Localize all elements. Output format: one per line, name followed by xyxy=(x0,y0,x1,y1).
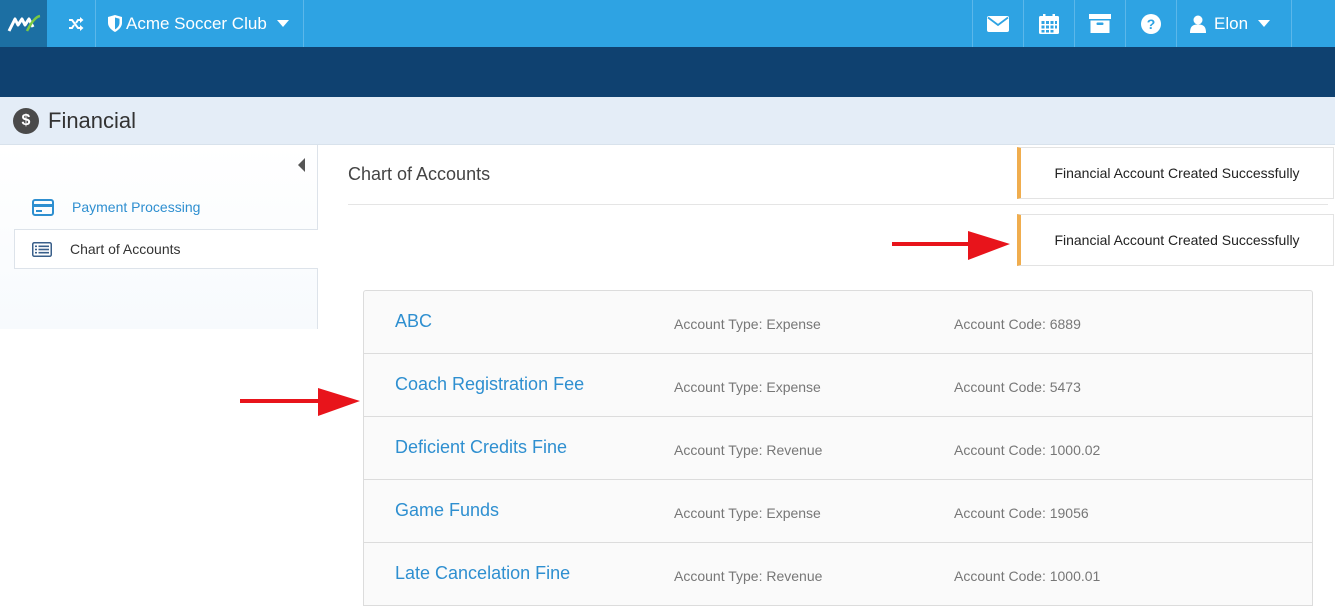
archive-button[interactable] xyxy=(1075,0,1125,47)
calendar-button[interactable] xyxy=(1024,0,1074,47)
club-name: Acme Soccer Club xyxy=(126,13,267,33)
account-row: ABC Account Type: Expense Account Code: … xyxy=(364,291,1312,354)
sidebar-item-payment-processing[interactable]: Payment Processing xyxy=(14,187,318,227)
club-selector[interactable]: Acme Soccer Club xyxy=(108,0,293,47)
success-notification[interactable]: Financial Account Created Successfully xyxy=(1017,214,1334,266)
shuffle-icon xyxy=(69,16,84,31)
nav-divider xyxy=(1176,0,1177,47)
envelope-icon xyxy=(987,15,1009,32)
chevron-down-icon xyxy=(1258,20,1271,27)
page-title: Financial xyxy=(48,107,137,133)
svg-text:?: ? xyxy=(1147,16,1156,32)
app-logo-icon xyxy=(7,14,40,32)
annotation-arrow-icon xyxy=(892,231,1010,260)
top-navigation-bar: Acme Soccer Club ? Elon xyxy=(0,0,1335,47)
notification-message: Financial Account Created Successfully xyxy=(1054,165,1300,181)
chevron-down-icon xyxy=(276,20,289,27)
sidebar: Payment Processing Chart of Accounts xyxy=(0,145,318,329)
account-code: Account Code: 1000.01 xyxy=(954,568,1101,584)
page-header: $ Financial xyxy=(0,97,1335,145)
messages-button[interactable] xyxy=(973,0,1023,47)
question-icon: ? xyxy=(1141,13,1161,34)
account-type: Account Type: Expense xyxy=(674,379,821,395)
sidebar-item-label: Chart of Accounts xyxy=(70,241,181,257)
account-code: Account Code: 5473 xyxy=(954,379,1081,395)
account-name-link[interactable]: ABC xyxy=(395,311,432,332)
account-type: Account Type: Expense xyxy=(674,505,821,521)
account-type: Account Type: Expense xyxy=(674,316,821,332)
switch-organization-button[interactable] xyxy=(62,0,90,47)
dollar-icon: $ xyxy=(13,107,39,134)
account-row: Game Funds Account Type: Expense Account… xyxy=(364,480,1312,543)
user-icon xyxy=(1190,15,1206,33)
account-name-link[interactable]: Game Funds xyxy=(395,500,499,521)
section-divider xyxy=(348,204,1328,205)
help-button[interactable]: ? xyxy=(1126,0,1176,47)
account-row: Deficient Credits Fine Account Type: Rev… xyxy=(364,417,1312,480)
credit-card-icon xyxy=(32,198,54,216)
account-type: Account Type: Revenue xyxy=(674,568,823,584)
calendar-icon xyxy=(1039,13,1059,34)
account-code: Account Code: 19056 xyxy=(954,505,1089,521)
accounts-list: ABC Account Type: Expense Account Code: … xyxy=(363,290,1313,606)
app-logo[interactable] xyxy=(0,0,47,47)
archive-icon xyxy=(1089,14,1111,33)
sidebar-item-chart-of-accounts[interactable]: Chart of Accounts xyxy=(14,229,318,269)
nav-divider xyxy=(303,0,304,47)
secondary-banner xyxy=(0,47,1335,97)
account-type: Account Type: Revenue xyxy=(674,442,823,458)
account-name-link[interactable]: Late Cancelation Fine xyxy=(395,563,570,584)
notification-message: Financial Account Created Successfully xyxy=(1054,232,1300,248)
account-code: Account Code: 6889 xyxy=(954,316,1081,332)
account-code: Account Code: 1000.02 xyxy=(954,442,1101,458)
user-menu[interactable]: Elon xyxy=(1190,0,1290,47)
account-name-link[interactable]: Coach Registration Fee xyxy=(395,374,584,395)
account-row: Coach Registration Fee Account Type: Exp… xyxy=(364,354,1312,417)
nav-divider xyxy=(1291,0,1292,47)
sidebar-item-label: Payment Processing xyxy=(72,199,201,215)
account-name-link[interactable]: Deficient Credits Fine xyxy=(395,437,567,458)
section-title: Chart of Accounts xyxy=(348,164,491,184)
account-row: Late Cancelation Fine Account Type: Reve… xyxy=(364,543,1312,606)
list-icon xyxy=(32,241,52,257)
nav-divider xyxy=(95,0,96,47)
user-name: Elon xyxy=(1214,13,1249,33)
annotation-arrow-icon xyxy=(240,388,360,416)
collapse-sidebar-icon[interactable] xyxy=(298,158,305,172)
success-notification[interactable]: Financial Account Created Successfully xyxy=(1017,147,1334,199)
shield-icon xyxy=(108,15,122,32)
